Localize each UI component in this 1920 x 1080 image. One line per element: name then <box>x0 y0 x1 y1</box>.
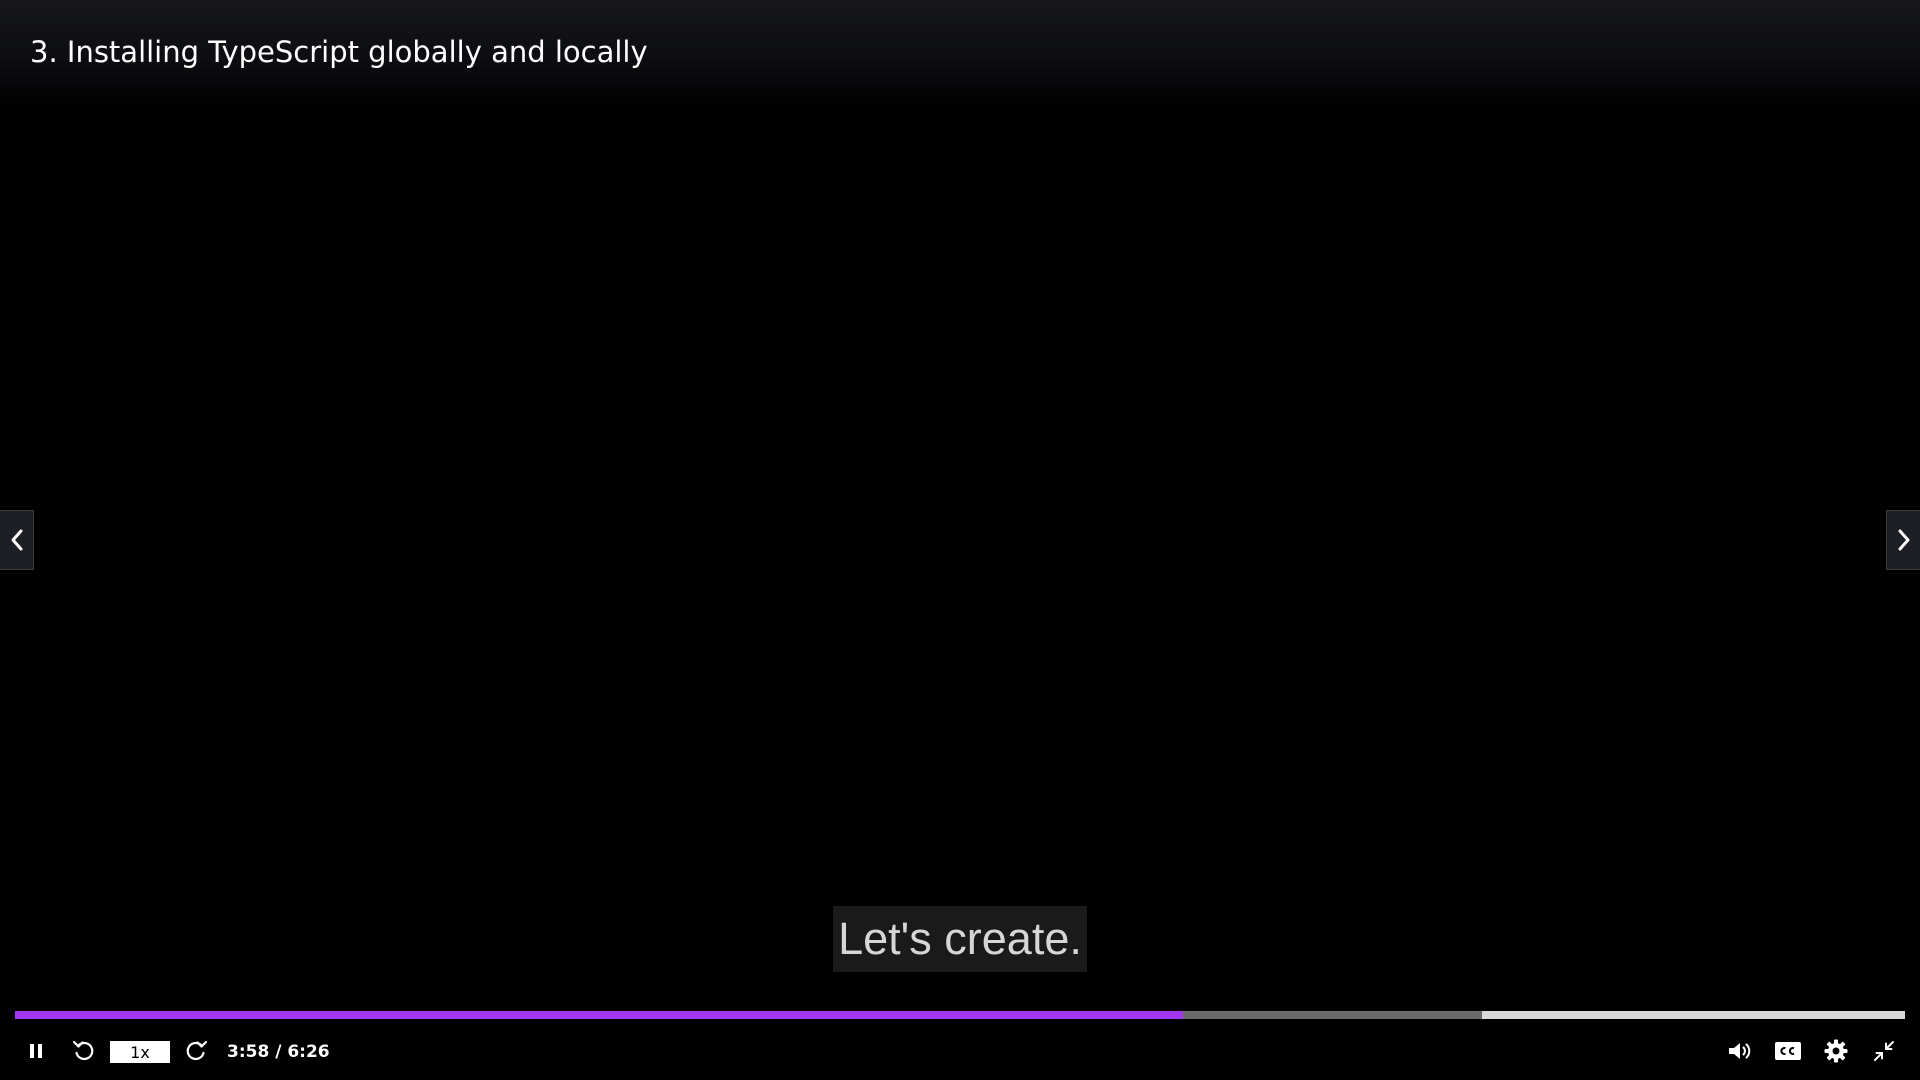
control-bar: 1x 3:58 / 6:26 <box>0 1030 1920 1072</box>
rewind-button[interactable] <box>68 1030 100 1072</box>
settings-button[interactable] <box>1820 1030 1852 1072</box>
progress-played <box>15 1011 1184 1019</box>
captions-button[interactable] <box>1772 1030 1804 1072</box>
exit-fullscreen-button[interactable] <box>1868 1030 1900 1072</box>
progress-bar[interactable] <box>15 1011 1905 1019</box>
time-display: 3:58 / 6:26 <box>227 1042 330 1062</box>
pause-icon <box>26 1041 46 1061</box>
video-player[interactable]: 3. Installing TypeScript globally and lo… <box>0 0 1920 1080</box>
previous-lecture-button[interactable] <box>0 510 34 570</box>
forward-button[interactable] <box>180 1030 212 1072</box>
playback-speed-button[interactable]: 1x <box>110 1041 170 1063</box>
exit-fullscreen-icon <box>1871 1038 1897 1064</box>
next-lecture-button[interactable] <box>1886 510 1920 570</box>
chevron-left-icon <box>8 528 26 552</box>
subtitle-caption: Let's create. <box>833 906 1087 972</box>
volume-icon <box>1726 1039 1754 1063</box>
forward-5-icon <box>183 1038 209 1064</box>
rewind-5-icon <box>71 1038 97 1064</box>
lecture-title: 3. Installing TypeScript globally and lo… <box>30 35 648 69</box>
pause-button[interactable] <box>20 1030 52 1072</box>
gear-icon <box>1823 1038 1849 1064</box>
volume-button[interactable] <box>1724 1030 1756 1072</box>
chevron-right-icon <box>1895 528 1913 552</box>
closed-captions-icon <box>1774 1039 1802 1063</box>
